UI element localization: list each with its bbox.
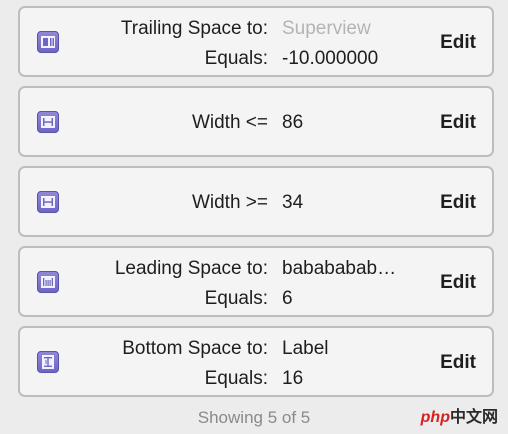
watermark-php: php xyxy=(420,409,450,426)
edit-button[interactable]: Edit xyxy=(440,112,476,134)
constraint-label: Leading Space to: xyxy=(114,258,268,279)
constraint-label: Width >= xyxy=(191,192,268,213)
constraint-equals-label: Equals: xyxy=(204,368,268,389)
edit-button[interactable]: Edit xyxy=(440,192,476,214)
constraint-label: Bottom Space to: xyxy=(122,338,268,359)
constraint-value: Superview xyxy=(282,18,371,39)
constraint-equals-value: -10.000000 xyxy=(282,48,379,69)
watermark-site: 中文网 xyxy=(449,409,498,426)
constraint-value: 86 xyxy=(282,112,304,133)
watermark-logo: php中文网 xyxy=(421,403,498,427)
constraint-card-trailing-space: Trailing Space to: Superview Equals: -10… xyxy=(18,6,494,77)
constraint-equals-value: 16 xyxy=(282,368,304,389)
constraint-label: Trailing Space to: xyxy=(120,18,268,39)
constraint-label: Width <= xyxy=(191,112,268,133)
constraint-card-leading-space: Leading Space to: babababab… Equals: 6 E… xyxy=(18,246,494,317)
constraint-value: babababab… xyxy=(282,258,397,279)
constraint-card-width-min: Width >= 34 Edit xyxy=(18,166,494,237)
constraint-equals-label: Equals: xyxy=(204,48,268,69)
constraint-equals-label: Equals: xyxy=(204,288,268,309)
constraint-value: 34 xyxy=(282,192,304,213)
edit-button[interactable]: Edit xyxy=(440,272,476,294)
edit-button[interactable]: Edit xyxy=(440,352,476,374)
constraint-value: Label xyxy=(282,338,329,359)
constraint-card-bottom-space: Bottom Space to: Label Equals: 16 Edit xyxy=(18,326,494,397)
constraint-equals-value: 6 xyxy=(282,288,293,309)
constraint-card-width-max: Width <= 86 Edit xyxy=(18,86,494,157)
edit-button[interactable]: Edit xyxy=(440,32,476,54)
